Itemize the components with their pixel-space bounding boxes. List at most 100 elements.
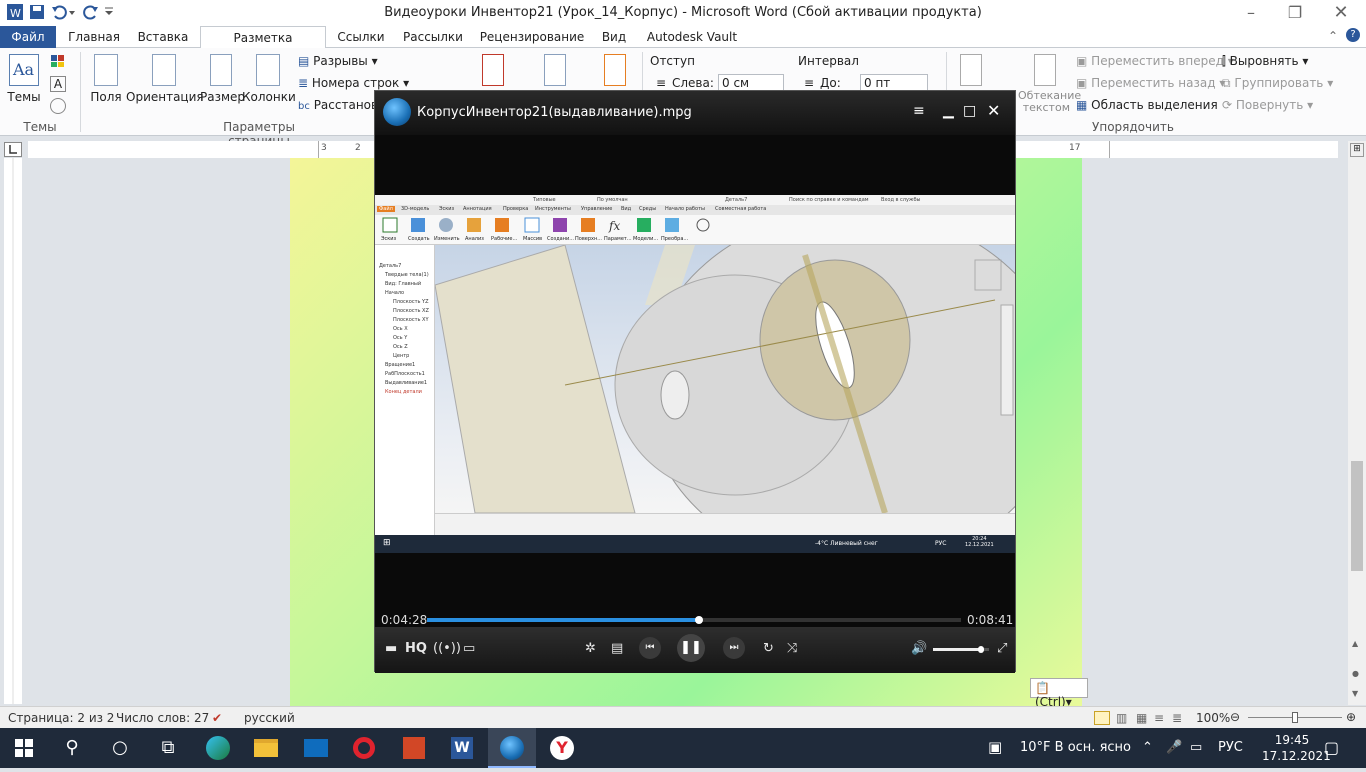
playlist-icon[interactable]: ≡: [913, 103, 925, 119]
clock[interactable]: 19:45 17.12.2021: [1262, 732, 1331, 764]
prev-page-icon[interactable]: ▲: [1352, 639, 1358, 648]
seek-bar[interactable]: [427, 616, 961, 624]
vertical-scrollbar[interactable]: ⊞ ▲ ● ▼: [1348, 141, 1366, 705]
tab-file[interactable]: Файл: [0, 26, 56, 48]
weather-icon[interactable]: ▣: [988, 738, 1002, 756]
selection-pane-button[interactable]: ▦ Область выделения: [1076, 98, 1218, 112]
theme-fonts-icon[interactable]: A: [50, 76, 66, 92]
columns-button[interactable]: Колонки: [242, 54, 296, 104]
volume-slider[interactable]: [933, 646, 989, 653]
shuffle-icon[interactable]: ⤨: [787, 641, 797, 656]
proofing-icon[interactable]: ✔: [212, 711, 222, 725]
seek-handle[interactable]: [695, 616, 704, 624]
status-words[interactable]: Число слов: 27: [116, 711, 209, 725]
yandex-browser-icon[interactable]: Y: [538, 728, 586, 768]
zoom-slider[interactable]: [1248, 712, 1342, 723]
scrollbar-thumb[interactable]: [1351, 461, 1363, 571]
select-browse-object-icon[interactable]: ●: [1352, 669, 1359, 678]
microphone-icon[interactable]: 🎤: [1166, 740, 1182, 755]
opera-icon[interactable]: [340, 728, 388, 768]
mail-icon[interactable]: [292, 728, 340, 768]
powerpoint-icon[interactable]: [390, 728, 438, 768]
close-button[interactable]: ✕: [1318, 0, 1364, 26]
next-page-icon[interactable]: ▼: [1352, 689, 1358, 698]
weather-text[interactable]: 10°F В осн. ясно: [1020, 740, 1131, 755]
player-maximize-button[interactable]: □: [963, 103, 976, 119]
edge-icon[interactable]: [194, 728, 242, 768]
cortana-icon[interactable]: ○: [96, 728, 144, 768]
send-backward-button[interactable]: ▣ Переместить назад ▾: [1076, 76, 1225, 90]
hyphenation-button[interactable]: bc Расстанов: [298, 98, 378, 112]
align-button[interactable]: ⫿ Выровнять ▾: [1222, 54, 1308, 69]
volume-icon[interactable]: 🔊: [911, 641, 927, 656]
network-icon[interactable]: ▭: [1190, 740, 1202, 755]
tab-autodesk-vault[interactable]: Autodesk Vault: [640, 26, 744, 48]
player-close-button[interactable]: ✕: [987, 101, 1000, 120]
bring-forward-button[interactable]: ▣ Переместить вперед ▾: [1076, 54, 1234, 68]
search-icon[interactable]: ⚲: [48, 728, 96, 768]
zoom-level[interactable]: 100%: [1196, 711, 1230, 725]
status-page[interactable]: Страница: 2 из 2: [8, 711, 114, 725]
tab-home[interactable]: Главная: [62, 26, 126, 48]
tab-mailings[interactable]: Рассылки: [396, 26, 470, 48]
theme-effects-icon[interactable]: [50, 98, 66, 114]
rotate-button[interactable]: ⟳ Повернуть ▾: [1222, 98, 1313, 112]
equalizer-icon[interactable]: ▤: [611, 641, 623, 656]
size-button[interactable]: Размер: [200, 54, 245, 104]
full-screen-reading-view-icon[interactable]: ▥: [1116, 711, 1127, 725]
player-minimize-button[interactable]: ▁: [943, 103, 954, 119]
word-icon[interactable]: W: [438, 728, 486, 768]
zoom-out-button[interactable]: ⊖: [1230, 710, 1240, 724]
tab-insert[interactable]: Вставка: [132, 26, 194, 48]
volume-handle[interactable]: [977, 646, 984, 653]
next-button[interactable]: ⏭: [723, 637, 745, 659]
zoom-slider-handle[interactable]: [1292, 712, 1298, 723]
minimize-button[interactable]: –: [1228, 0, 1274, 26]
draft-view-icon[interactable]: ≣: [1172, 711, 1182, 725]
outline-view-icon[interactable]: ≡: [1154, 711, 1164, 725]
line-numbers-button[interactable]: ≣ Номера строк ▾: [298, 76, 409, 90]
tab-references[interactable]: Ссылки: [332, 26, 390, 48]
themes-button[interactable]: Aa Темы: [6, 54, 42, 104]
repeat-icon[interactable]: ↻: [763, 641, 774, 656]
previous-button[interactable]: ⏮: [639, 637, 661, 659]
theme-colors-icon[interactable]: [50, 54, 66, 68]
open-file-icon[interactable]: ▬: [385, 641, 397, 656]
show-hidden-icons-icon[interactable]: ⌃: [1142, 740, 1153, 755]
pause-button[interactable]: ❚❚: [677, 634, 705, 662]
web-layout-view-icon[interactable]: ▦: [1136, 711, 1147, 725]
tab-review[interactable]: Рецензирование: [476, 26, 588, 48]
video-frame[interactable]: Типовые По умолчан Деталь7 Поиск по спра…: [375, 195, 1015, 553]
fullscreen-icon[interactable]: ⤢: [997, 641, 1007, 656]
tab-view[interactable]: Вид: [594, 26, 634, 48]
paste-options-button[interactable]: 📋(Ctrl)▾: [1030, 678, 1088, 709]
notifications-icon[interactable]: ▢: [1324, 738, 1339, 757]
orientation-button[interactable]: Ориентация: [126, 54, 204, 104]
maximize-button[interactable]: ❐: [1272, 0, 1318, 26]
help-icon[interactable]: ?: [1346, 28, 1360, 42]
group-button[interactable]: ⧉ Группировать ▾: [1222, 76, 1333, 91]
margins-button[interactable]: Поля: [88, 54, 124, 104]
tab-selector[interactable]: [4, 142, 22, 157]
print-layout-view-icon[interactable]: [1094, 711, 1110, 725]
hq-button[interactable]: HQ: [405, 641, 427, 656]
task-view-icon[interactable]: ⧉: [144, 728, 192, 768]
status-language[interactable]: русский: [244, 711, 295, 725]
page-borders-button[interactable]: [600, 54, 630, 90]
file-explorer-icon[interactable]: [242, 728, 290, 768]
position-button[interactable]: [956, 54, 986, 90]
tab-page-layout[interactable]: Разметка страницы: [200, 26, 326, 67]
watermark-button[interactable]: [478, 54, 508, 90]
zoom-in-button[interactable]: ⊕: [1346, 710, 1356, 724]
start-icon[interactable]: [0, 728, 48, 768]
breaks-button[interactable]: ▤ Разрывы ▾: [298, 54, 378, 68]
collapse-ribbon-icon[interactable]: ⌃: [1328, 29, 1338, 43]
screen-icon[interactable]: ▭: [463, 641, 475, 656]
media-player-taskbar-icon[interactable]: [488, 728, 536, 768]
broadcast-icon[interactable]: ((•)): [433, 641, 461, 656]
page-color-button[interactable]: [540, 54, 570, 90]
wrap-text-button[interactable]: [1020, 54, 1070, 90]
language-indicator[interactable]: РУС: [1218, 740, 1243, 755]
ruler-toggle-icon[interactable]: ⊞: [1350, 143, 1364, 157]
settings-gear-icon[interactable]: ✲: [585, 641, 596, 656]
